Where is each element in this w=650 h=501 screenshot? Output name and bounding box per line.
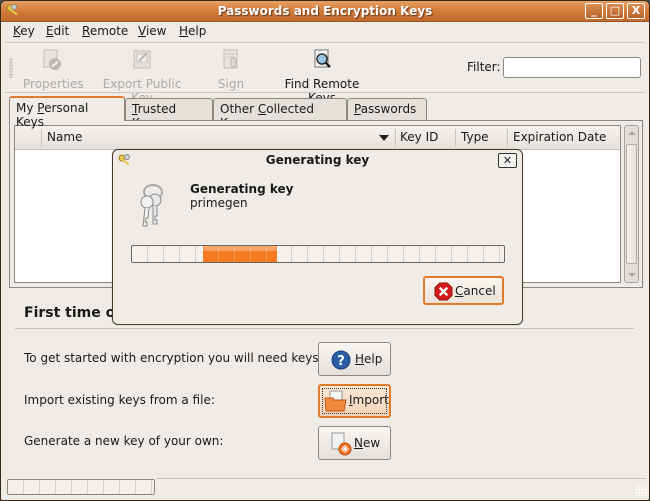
cancel-label-rest: ancel: [463, 284, 496, 298]
column-separator: [507, 129, 508, 147]
scroll-down-icon[interactable]: [628, 273, 636, 277]
dialog-title: Generating key: [265, 153, 370, 167]
key-generation-progress: [131, 245, 505, 263]
new-label-rest: ew: [362, 436, 381, 450]
column-name[interactable]: Name: [47, 130, 82, 144]
tab-other-collected-keys[interactable]: Other Collected Keys: [213, 98, 347, 130]
first-time-options-title: First time o: [24, 305, 116, 321]
resize-grip[interactable]: [635, 485, 647, 497]
tab-label-pre: Other: [220, 102, 258, 116]
statusbar-separator: [156, 478, 646, 479]
window-title: Passwords and Encryption Keys: [217, 4, 433, 18]
import-label-rest: mport: [352, 393, 389, 407]
filter-input[interactable]: [503, 57, 641, 78]
scroll-up-icon[interactable]: [628, 131, 636, 135]
tab-label-pre: My: [16, 101, 38, 115]
column-key-id[interactable]: Key ID: [400, 130, 438, 144]
sign-icon: [223, 49, 238, 69]
menu-key-label: ey: [20, 24, 35, 38]
help-label: Help: [355, 352, 382, 366]
export-icon: [133, 50, 151, 69]
column-separator: [41, 129, 42, 147]
properties-label: Properties: [23, 77, 84, 91]
tab-passwords[interactable]: Passwords: [347, 98, 427, 120]
cancel-button[interactable]: Cancel: [423, 276, 504, 305]
dialog-title-bar[interactable]: Generating key ✕: [113, 150, 522, 170]
dialog-heading: Generating key: [190, 182, 294, 196]
sign-button[interactable]: Sign: [213, 48, 249, 91]
generate-text: Generate a new key of your own:: [24, 434, 224, 448]
find-remote-icon: [314, 49, 331, 68]
menu-separator: [5, 42, 645, 43]
menu-help-mnemonic: H: [179, 24, 189, 38]
progress-pulse: [203, 246, 277, 262]
menu-edit-label: dit: [53, 24, 70, 38]
menu-edit-mnemonic: E: [46, 24, 54, 38]
import-label: Import: [349, 393, 389, 407]
new-mnemonic: N: [354, 436, 363, 450]
menu-edit[interactable]: Edit: [46, 24, 69, 38]
menu-view-mnemonic: V: [138, 24, 146, 38]
cancel-icon: [434, 282, 453, 301]
get-started-text: To get started with encryption you will …: [24, 351, 323, 365]
tab-label-post: asswords: [360, 102, 417, 116]
properties-button[interactable]: Properties: [23, 48, 84, 91]
key-list-scrollbar[interactable]: [624, 125, 639, 283]
key-list-header: Name Key ID Type Expiration Date: [15, 126, 620, 150]
menu-help-label: elp: [188, 24, 207, 38]
column-separator: [395, 129, 396, 147]
new-key-icon: [331, 432, 352, 456]
cancel-label: Cancel: [455, 284, 496, 298]
new-key-label: New: [354, 436, 380, 450]
status-progress-bar: [7, 479, 155, 495]
menu-help[interactable]: Help: [179, 24, 206, 38]
sign-label: Sign: [217, 77, 245, 91]
main-window: Passwords and Encryption Keys _ □ X Key …: [0, 0, 650, 501]
close-button[interactable]: X: [627, 3, 645, 19]
menu-remote-label: emote: [89, 24, 129, 38]
filter-label: Filter:: [467, 60, 501, 74]
generating-key-dialog: Generating key ✕ Generating key primegen…: [112, 149, 523, 325]
import-button[interactable]: Import: [318, 384, 391, 418]
menu-view-label: iew: [145, 24, 167, 38]
keys-icon: [140, 184, 163, 227]
import-mnemonic: I: [349, 393, 353, 407]
first-time-separator: [15, 328, 634, 329]
properties-icon: [43, 49, 61, 70]
menu-bar: Key Edit Remote View Help: [1, 22, 649, 42]
toolbar-separator: [5, 92, 645, 93]
dialog-close-button[interactable]: ✕: [498, 153, 517, 168]
help-icon: ?: [331, 350, 351, 370]
help-mnemonic: H: [355, 352, 365, 366]
new-key-button[interactable]: New: [318, 426, 391, 460]
menu-remote-mnemonic: R: [82, 24, 90, 38]
menu-key[interactable]: Key: [13, 24, 35, 38]
menu-view[interactable]: View: [138, 24, 166, 38]
column-separator: [455, 129, 456, 147]
dialog-subtitle: primegen: [190, 196, 248, 210]
column-type[interactable]: Type: [461, 130, 489, 144]
scrollbar-thumb[interactable]: [626, 144, 637, 264]
tab-trusted-keys[interactable]: Trusted Keys: [125, 98, 213, 130]
find-remote-keys-button[interactable]: Find Remote Keys: [272, 48, 372, 105]
sort-descending-icon: [379, 135, 389, 141]
title-bar[interactable]: Passwords and Encryption Keys _ □ X: [1, 1, 649, 22]
toolbar-grip[interactable]: [9, 58, 13, 78]
import-text: Import existing keys from a file:: [24, 393, 215, 407]
import-icon: [324, 390, 347, 412]
tab-mnemonic: P: [354, 102, 361, 116]
column-expiration-date[interactable]: Expiration Date: [513, 130, 606, 144]
menu-remote[interactable]: Remote: [82, 24, 128, 38]
help-button[interactable]: ? Help: [318, 342, 391, 376]
maximize-button[interactable]: □: [606, 3, 624, 19]
svg-text:?: ?: [337, 354, 345, 369]
help-label-rest: elp: [364, 352, 383, 366]
tab-my-personal-keys[interactable]: My Personal Keys: [9, 96, 125, 129]
minimize-button[interactable]: _: [585, 3, 603, 19]
